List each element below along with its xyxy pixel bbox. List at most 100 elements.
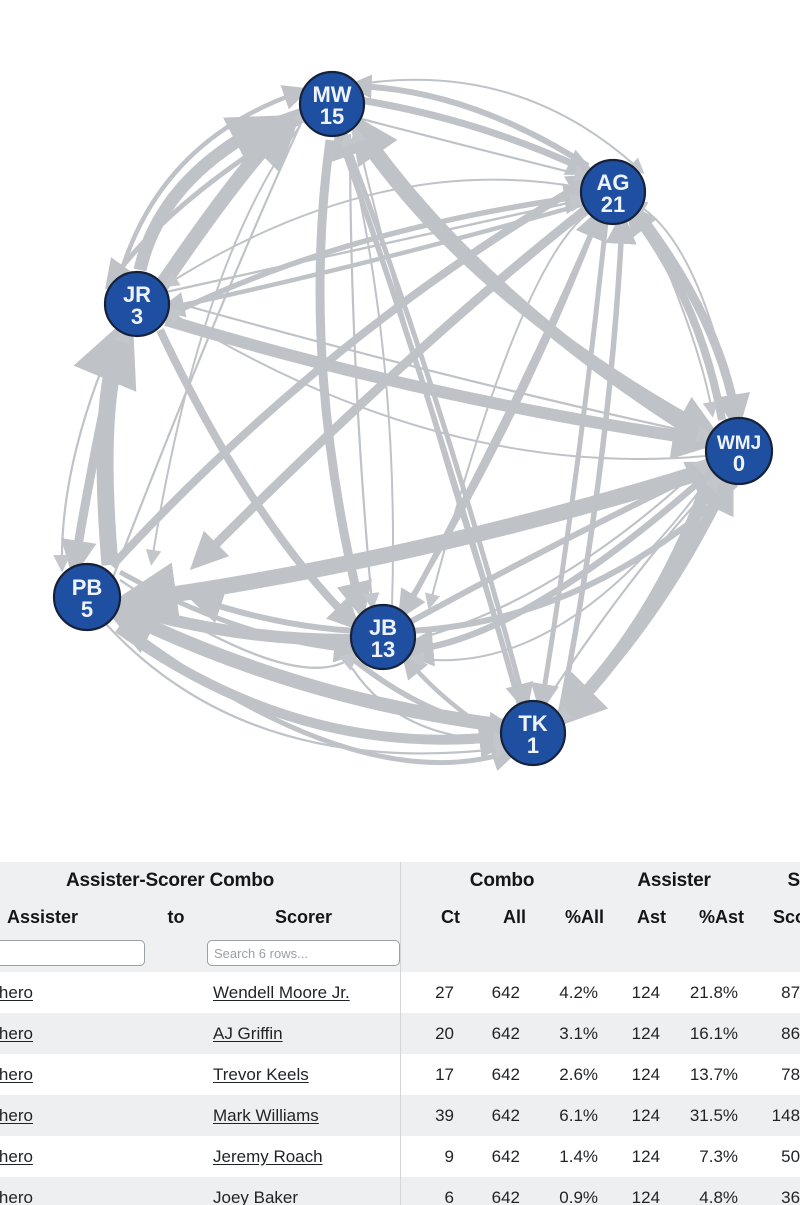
cell-assister-link[interactable]: o Banchero — [0, 1147, 33, 1166]
table-row[interactable]: o Banchero Wendell Moore Jr. 27 642 4.2% 124 2… — [0, 972, 800, 1013]
graph-node-ag[interactable]: AG21 — [579, 158, 647, 226]
cell-assister[interactable]: o Banchero — [0, 1136, 145, 1177]
col-header-sco[interactable]: Sco — [744, 900, 800, 934]
group-header-scorer: Scorer — [744, 862, 800, 900]
cell-pct-all: 4.2% — [559, 982, 599, 1002]
app-root: MW 15 AG 21 WMJ 0 TK 1 JB 13 PB 5 JR 3 Assister-Score… — [0, 0, 800, 1205]
cell-ct: 27 — [400, 972, 460, 1013]
filter-cell-all — [460, 934, 526, 972]
node-number-label: 0 — [733, 451, 745, 476]
column-header-row: Assister to Scorer Ct All %All Ast %Ast … — [0, 900, 800, 934]
node-number-label: 15 — [320, 104, 344, 129]
cell-to — [145, 1013, 207, 1054]
cell-pct-all: 3.1% — [559, 1023, 599, 1043]
edge-jr-wmj-thin — [165, 298, 715, 443]
col-header-assister[interactable]: Assister — [0, 900, 145, 934]
col-header-ast[interactable]: Ast — [604, 900, 667, 934]
node-number-label: 3 — [131, 304, 143, 329]
node-number-label: 5 — [81, 597, 93, 622]
cell-assister-link[interactable]: o Banchero — [0, 1106, 33, 1125]
cell-scorer-link[interactable]: Trevor Keels — [213, 1065, 309, 1084]
filter-cell-ct — [400, 934, 460, 972]
graph-node-wmj[interactable]: WMJ0 — [704, 416, 774, 486]
col-header-ct[interactable]: Ct — [400, 900, 460, 934]
cell-ct: 17 — [400, 1054, 460, 1095]
cell-ast: 124 — [631, 1023, 661, 1043]
stats-table-panel[interactable]: Assister-Scorer Combo Combo Assister Sco… — [0, 862, 800, 1205]
cell-scorer[interactable]: Joey Baker — [207, 1177, 400, 1205]
cell-ct: 39 — [400, 1095, 460, 1136]
cell-assister[interactable]: o Banchero — [0, 972, 145, 1013]
cell-all: 642 — [491, 1146, 520, 1166]
cell-assister[interactable]: o Banchero — [0, 1013, 145, 1054]
cell-scorer[interactable]: Trevor Keels — [207, 1054, 400, 1095]
cell-assister-link[interactable]: o Banchero — [0, 983, 33, 1002]
cell-sco: 87 — [781, 982, 800, 1002]
col-header-to: to — [145, 900, 207, 934]
cell-to — [145, 1095, 207, 1136]
graph-node-tk[interactable]: TK1 — [499, 699, 567, 767]
filter-row — [0, 934, 800, 972]
assister-search-input[interactable] — [0, 940, 145, 966]
edge-tk-ag — [557, 210, 637, 717]
cell-assister[interactable]: o Banchero — [0, 1054, 145, 1095]
graph-node-jr[interactable]: JR3 — [103, 270, 171, 338]
scorer-search-input[interactable] — [207, 940, 400, 966]
assister-scorer-combo-table: Assister-Scorer Combo Combo Assister Sco… — [0, 862, 800, 1205]
cell-scorer[interactable]: Jeremy Roach — [207, 1136, 400, 1177]
cell-sco: 36 — [781, 1187, 800, 1205]
cell-all: 642 — [491, 1023, 520, 1043]
cell-ast: 124 — [631, 1105, 661, 1125]
graph-canvas: MW15 AG21 WMJ0 TK1 JB13 PB5 JR3 — [52, 70, 774, 772]
cell-ct: 9 — [400, 1136, 460, 1177]
cell-ast: 124 — [631, 982, 661, 1002]
cell-scorer-link[interactable]: Mark Williams — [213, 1106, 319, 1125]
cell-assister[interactable]: o Banchero — [0, 1095, 145, 1136]
group-header-combo-pair: Assister-Scorer Combo — [0, 862, 400, 900]
cell-assister-link[interactable]: o Banchero — [0, 1024, 33, 1043]
cell-pct-all: 2.6% — [559, 1064, 599, 1084]
filter-cell-sco — [744, 934, 800, 972]
cell-scorer-link[interactable]: Joey Baker — [213, 1188, 298, 1205]
col-header-all[interactable]: All — [460, 900, 526, 934]
cell-scorer[interactable]: AJ Griffin — [207, 1013, 400, 1054]
node-number-label: 1 — [527, 733, 539, 758]
cell-ast: 124 — [631, 1146, 661, 1166]
cell-all: 642 — [491, 1064, 520, 1084]
table-row[interactable]: o BancheroJoey Baker66420.9%1244.8%3616.… — [0, 1177, 800, 1205]
table-row[interactable]: o Banchero Mark Williams 39 642 6.1% 124 31.5%… — [0, 1095, 800, 1136]
cell-ct: 6 — [400, 1177, 460, 1205]
table-row[interactable]: o BancheroAJ Griffin206423.1%12416.1%862… — [0, 1013, 800, 1054]
graph-node-jb[interactable]: JB13 — [349, 603, 417, 671]
col-header-scorer[interactable]: Scorer — [207, 900, 400, 934]
cell-sco: 148 — [771, 1105, 800, 1125]
col-header-pct-all[interactable]: %All — [526, 900, 605, 934]
cell-pct-all: 0.9% — [559, 1187, 599, 1205]
table-row[interactable]: o BancheroJeremy Roach96421.4%1247.3%501… — [0, 1136, 800, 1177]
cell-scorer[interactable]: Mark Williams — [207, 1095, 400, 1136]
cell-to — [145, 1136, 207, 1177]
cell-to — [145, 972, 207, 1013]
cell-assister[interactable]: o Banchero — [0, 1177, 145, 1205]
graph-node-pb[interactable]: PB5 — [52, 562, 122, 632]
cell-pct-ast: 31.5% — [689, 1105, 739, 1125]
cell-assister-link[interactable]: o Banchero — [0, 1065, 33, 1084]
cell-all: 642 — [491, 982, 520, 1002]
graph-node-mw[interactable]: MW15 — [298, 70, 366, 138]
group-header-row: Assister-Scorer Combo Combo Assister Sco… — [0, 862, 800, 900]
cell-scorer-link[interactable]: Jeremy Roach — [213, 1147, 323, 1166]
cell-pct-ast: 13.7% — [689, 1064, 739, 1084]
assist-network-graph: MW 15 AG 21 WMJ 0 TK 1 JB 13 PB 5 JR 3 — [0, 0, 800, 862]
cell-ast: 124 — [631, 1187, 661, 1205]
cell-ast: 124 — [631, 1064, 661, 1084]
node-number-label: 21 — [601, 192, 625, 217]
cell-scorer-link[interactable]: Wendell Moore Jr. — [213, 983, 350, 1002]
cell-assister-link[interactable]: o Banchero — [0, 1188, 33, 1205]
cell-scorer[interactable]: Wendell Moore Jr. — [207, 972, 400, 1013]
table-row[interactable]: o Banchero Trevor Keels 17 642 2.6% 124 13.7% 7… — [0, 1054, 800, 1095]
cell-to — [145, 1054, 207, 1095]
cell-scorer-link[interactable]: AJ Griffin — [213, 1024, 283, 1043]
filter-cell-to — [145, 934, 207, 972]
col-header-pct-ast[interactable]: %Ast — [666, 900, 745, 934]
filter-cell-pct-ast — [666, 934, 745, 972]
